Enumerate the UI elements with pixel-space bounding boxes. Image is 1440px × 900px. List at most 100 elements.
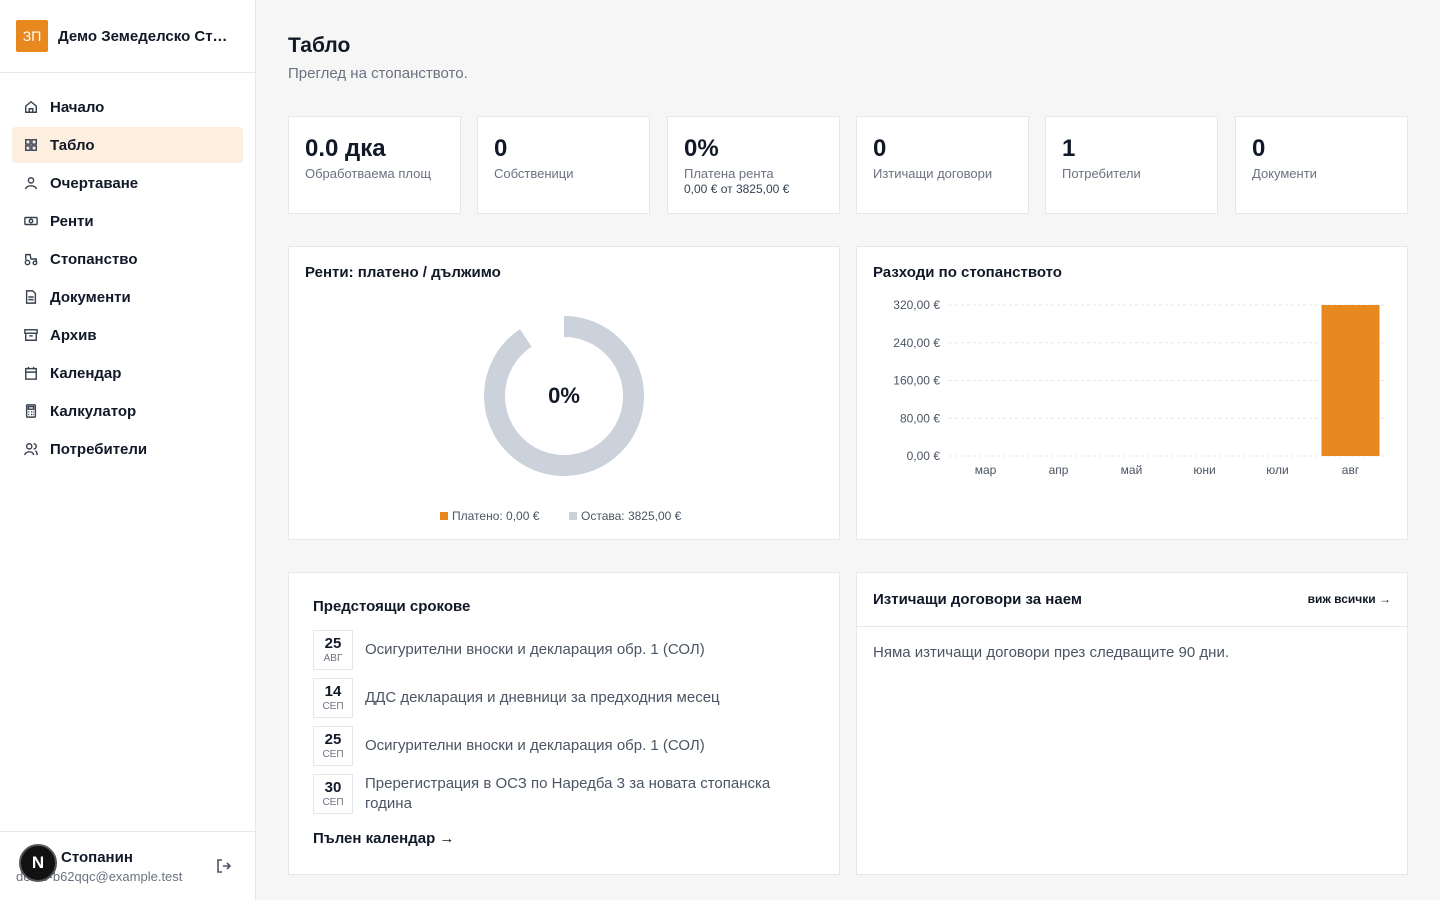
sidebar-item-users[interactable]: Потребители: [12, 431, 243, 467]
user-panel: Стопанин demo-b62qqc@example.test N: [0, 831, 255, 900]
stat-value: 1: [1062, 135, 1076, 162]
sidebar-item-label: Календар: [50, 364, 122, 382]
legend-label: Остава: 3825,00 €: [581, 509, 682, 523]
sidebar-item-dashboard[interactable]: Табло: [12, 127, 243, 163]
donut-center-label: 0%: [548, 383, 580, 408]
date-day: 25: [324, 730, 342, 748]
rent-card-title: Ренти: платено / дължимо: [305, 264, 501, 281]
date-month: АВГ: [323, 652, 343, 664]
x-tick-label: юни: [1193, 463, 1215, 477]
sidebar-item-label: Документи: [50, 288, 131, 306]
money-icon: [24, 214, 38, 228]
sidebar-item-documents[interactable]: Документи: [12, 279, 243, 315]
sidebar-item-archive[interactable]: Архив: [12, 317, 243, 353]
sidebar-item-label: Калкулатор: [50, 402, 137, 420]
home-icon: [24, 100, 38, 114]
deadline-text: Осигурителни вноски и декларация обр. 1 …: [365, 737, 705, 754]
divider: [857, 626, 1407, 627]
stat-value: 0: [494, 135, 508, 162]
stat-label: Документи: [1252, 166, 1317, 181]
deadlines-title: Предстоящи срокове: [313, 598, 471, 615]
date-badge: 14 СЕП: [313, 678, 353, 718]
x-tick-label: апр: [1049, 463, 1069, 477]
stat-sublabel: 0,00 € от 3825,00 €: [684, 182, 790, 196]
page-title: Табло: [288, 34, 351, 57]
document-icon: [24, 290, 38, 304]
contracts-empty-message: Няма изтичащи договори през следващите 9…: [873, 644, 1229, 661]
rent-card: Ренти: платено / дължимо 0% Платено: 0,0…: [288, 246, 840, 540]
stat-label: Потребители: [1062, 166, 1141, 181]
date-badge: 30 СЕП: [313, 774, 353, 814]
deadline-text: ДДС декларация и дневници за предходния …: [365, 689, 720, 706]
date-day: 14: [324, 682, 342, 700]
deadline-text: Пререгистрация в ОСЗ по Наредба 3 за нов…: [365, 775, 771, 812]
legend-swatch-paid: [440, 512, 448, 520]
stat-value: 0.0 дка: [305, 135, 386, 162]
deadline-item[interactable]: 25 АВГ Осигурителни вноски и декларация …: [313, 630, 795, 670]
sidebar-item-label: Ренти: [50, 212, 94, 230]
view-all-link[interactable]: виж всички →: [1308, 592, 1391, 606]
date-day: 25: [324, 634, 342, 652]
contracts-title: Изтичащи договори за наем: [873, 591, 1082, 608]
date-month: СЕП: [322, 748, 344, 760]
deadline-item[interactable]: 30 СЕП Пререгистрация в ОСЗ по Наредба 3…: [313, 774, 795, 814]
brand-name: Демо Земеделско Стопанство: [58, 27, 236, 45]
x-tick-label: мар: [975, 463, 997, 477]
logout-button[interactable]: [216, 858, 234, 876]
calendar-icon: [24, 366, 38, 380]
deadline-item[interactable]: 14 СЕП ДДС декларация и дневници за пред…: [313, 678, 795, 718]
sidebar-item-farm[interactable]: Стопанство: [12, 241, 243, 277]
sidebar-item-calendar[interactable]: Календар: [12, 355, 243, 391]
stat-card-area: 0.0 дка Обработваема площ: [288, 116, 461, 214]
calculator-icon: [24, 404, 38, 418]
sidebar-item-label: Табло: [50, 136, 95, 154]
y-tick-label: 160,00 €: [893, 374, 940, 388]
stat-label: Платена рента: [684, 166, 774, 181]
stat-label: Собственици: [494, 166, 574, 181]
y-tick-label: 80,00 €: [900, 411, 940, 425]
sidebar-item-label: Очертаване: [50, 174, 139, 192]
contracts-card: Изтичащи договори за наем виж всички → Н…: [856, 572, 1408, 875]
brand[interactable]: ЗП Демо Земеделско Стопанство: [0, 0, 255, 73]
bar[interactable]: [1321, 305, 1380, 456]
grid-icon: [24, 138, 38, 152]
page-subtitle: Преглед на стопанството.: [288, 65, 468, 82]
deadline-text: Осигурителни вноски и декларация обр. 1 …: [365, 641, 705, 658]
x-tick-label: май: [1121, 463, 1143, 477]
stat-card-paid-rent: 0% Платена рента 0,00 € от 3825,00 €: [667, 116, 840, 214]
sidebar-nav: Начало Табло Очертаване Ренти Стопанство…: [0, 73, 255, 485]
sidebar-item-home[interactable]: Начало: [12, 89, 243, 125]
expenses-card: Разходи по стопанството 0,00 € 80,00 € 160…: [856, 246, 1408, 540]
sidebar-item-label: Потребители: [50, 440, 148, 458]
stat-label: Обработваема площ: [305, 166, 432, 181]
tractor-icon: [24, 252, 38, 266]
sidebar-item-calculator[interactable]: Калкулатор: [12, 393, 243, 429]
avatar[interactable]: N: [19, 844, 57, 882]
sidebar-item-outline[interactable]: Очертаване: [12, 165, 243, 201]
x-tick-label: юли: [1266, 463, 1288, 477]
sidebar: ЗП Демо Земеделско Стопанство Начало Таб…: [0, 0, 256, 900]
stat-card-owners: 0 Собственици: [477, 116, 650, 214]
legend-paid: Платено: 0,00 €: [440, 509, 539, 523]
y-tick-label: 240,00 €: [893, 336, 940, 350]
sidebar-item-label: Стопанство: [50, 250, 138, 268]
full-calendar-link[interactable]: Пълен календар →: [313, 830, 454, 847]
sidebar-item-rents[interactable]: Ренти: [12, 203, 243, 239]
x-tick-label: авг: [1342, 463, 1360, 477]
stat-card-users: 1 Потребители: [1045, 116, 1218, 214]
stat-value: 0: [873, 135, 887, 162]
date-badge: 25 СЕП: [313, 726, 353, 766]
legend-remaining: Остава: 3825,00 €: [569, 509, 681, 523]
date-badge: 25 АВГ: [313, 630, 353, 670]
deadline-item[interactable]: 25 СЕП Осигурителни вноски и декларация …: [313, 726, 795, 766]
stat-value: 0%: [684, 135, 719, 162]
expenses-chart: 0,00 € 80,00 € 160,00 € 240,00 € 320,00 € мар…: [893, 298, 1387, 477]
sidebar-item-label: Начало: [50, 98, 105, 116]
date-day: 30: [324, 778, 342, 796]
sidebar-item-label: Архив: [50, 326, 97, 344]
stat-card-expiring: 0 Изтичащи договори: [856, 116, 1029, 214]
stat-label: Изтичащи договори: [873, 166, 993, 181]
logout-icon: [216, 859, 232, 878]
legend-swatch-remaining: [569, 512, 577, 520]
date-month: СЕП: [322, 796, 344, 808]
